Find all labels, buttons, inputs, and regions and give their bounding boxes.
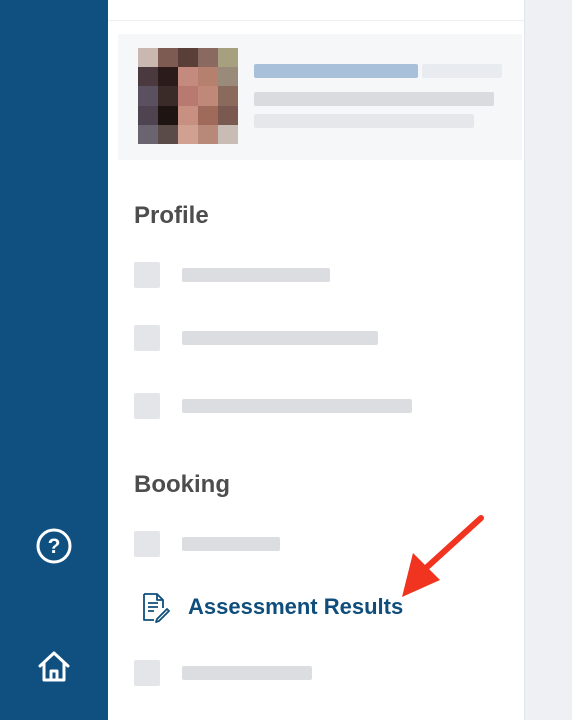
home-icon <box>38 651 70 682</box>
booking-nav-item[interactable] <box>134 657 312 689</box>
navigation-panel: Profile Booking Assessment Results <box>108 0 525 720</box>
profile-name-blurred-tail <box>422 64 502 78</box>
item-label-blurred <box>182 268 330 282</box>
document-edit-icon <box>143 593 170 623</box>
avatar <box>138 48 238 144</box>
svg-text:?: ? <box>48 535 61 558</box>
profile-nav-item[interactable] <box>134 322 378 354</box>
profile-nav-item[interactable] <box>134 390 412 422</box>
item-icon <box>134 531 160 557</box>
left-rail: ? <box>0 0 108 720</box>
nav-item-assessment-results[interactable]: Assessment Results <box>140 591 403 623</box>
profile-name-blurred <box>254 64 418 78</box>
booking-section-title: Booking <box>134 471 230 498</box>
profile-section-title: Profile <box>134 202 209 229</box>
home-button[interactable] <box>0 647 108 685</box>
question-circle-icon: ? <box>36 528 72 564</box>
booking-nav-item[interactable] <box>134 528 280 560</box>
help-button[interactable]: ? <box>0 527 108 565</box>
item-icon <box>134 393 160 419</box>
background-strip <box>525 0 572 720</box>
panel-top-bar <box>108 0 524 21</box>
item-label-blurred <box>182 331 378 345</box>
nav-item-label: Assessment Results <box>188 594 404 619</box>
item-icon <box>134 660 160 686</box>
item-label-blurred <box>182 399 412 413</box>
profile-card[interactable] <box>118 34 522 160</box>
item-label-blurred <box>182 666 312 680</box>
item-icon <box>134 325 160 351</box>
profile-nav-item[interactable] <box>134 259 330 291</box>
item-icon <box>134 262 160 288</box>
profile-detail-blurred <box>254 92 494 106</box>
item-label-blurred <box>182 537 280 551</box>
profile-detail-blurred-2 <box>254 114 474 128</box>
